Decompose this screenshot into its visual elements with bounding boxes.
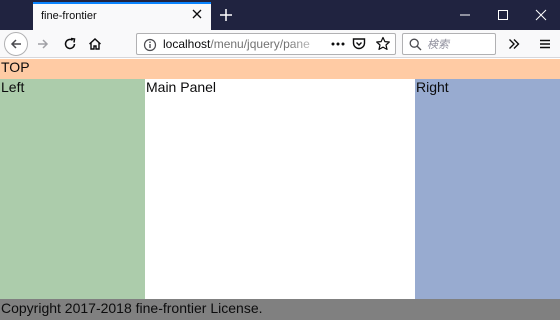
right-panel: Right bbox=[415, 79, 560, 299]
page-content: TOP Left Main Panel Right Copyright 2017… bbox=[0, 59, 560, 320]
top-label: TOP bbox=[1, 59, 30, 75]
minimize-icon[interactable] bbox=[446, 0, 484, 30]
reload-icon[interactable] bbox=[58, 32, 82, 56]
window-close-icon[interactable] bbox=[522, 0, 560, 30]
pocket-icon[interactable] bbox=[352, 37, 366, 51]
info-icon[interactable] bbox=[143, 38, 157, 52]
back-arrow-icon[interactable] bbox=[4, 32, 28, 56]
navigation-toolbar: localhost/menu/jquery/pane bbox=[0, 30, 560, 58]
hamburger-menu-icon[interactable] bbox=[533, 32, 557, 56]
maximize-icon[interactable] bbox=[484, 0, 522, 30]
main-panel: Main Panel bbox=[145, 79, 415, 299]
home-icon[interactable] bbox=[83, 32, 107, 56]
plus-icon[interactable] bbox=[216, 5, 236, 25]
title-bar: fine-frontier bbox=[0, 0, 560, 30]
footer: Copyright 2017-2018 fine-frontier Licens… bbox=[0, 299, 560, 320]
tab-title: fine-frontier bbox=[41, 10, 97, 22]
left-panel: Left bbox=[0, 79, 145, 299]
url-host: localhost bbox=[163, 37, 211, 51]
address-bar[interactable]: localhost/menu/jquery/pane bbox=[136, 33, 396, 55]
close-icon[interactable] bbox=[190, 7, 204, 21]
left-label: Left bbox=[1, 79, 25, 95]
star-icon[interactable] bbox=[375, 36, 391, 52]
browser-tab[interactable]: fine-frontier bbox=[33, 2, 211, 30]
url-fade bbox=[287, 35, 331, 53]
forward-arrow-icon[interactable] bbox=[31, 32, 55, 56]
main-label: Main Panel bbox=[146, 79, 217, 95]
more-dots-icon[interactable] bbox=[330, 36, 346, 52]
search-bar[interactable] bbox=[402, 33, 496, 55]
right-label: Right bbox=[416, 79, 449, 95]
top-panel: TOP bbox=[0, 59, 560, 79]
search-icon bbox=[409, 38, 422, 51]
chevron-double-right-icon[interactable] bbox=[502, 32, 526, 56]
search-input[interactable] bbox=[427, 36, 493, 52]
footer-text: Copyright 2017-2018 fine-frontier Licens… bbox=[1, 300, 263, 316]
